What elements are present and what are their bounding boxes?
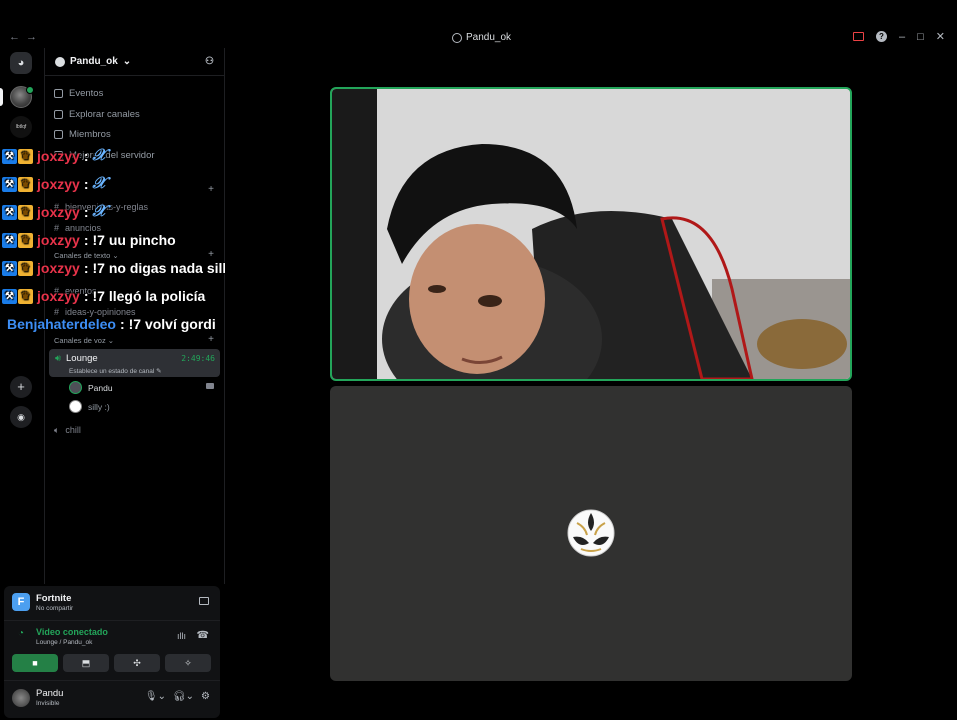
- moderator-badge-icon: ⚒: [2, 288, 17, 304]
- chevron-down-icon: ⌄: [122, 56, 132, 67]
- chat-message: ⚒ ♛ joxzyy : !7 no digas nada silly: [2, 257, 234, 279]
- divider: [4, 680, 220, 681]
- call-timer: 2:49:46: [181, 354, 215, 363]
- emote-icon: 𝒳: [92, 147, 107, 164]
- discover-compass-icon[interactable]: ◉: [10, 406, 32, 428]
- server-status-dot: [26, 86, 34, 94]
- moderator-badge-icon: ⚒: [2, 204, 17, 220]
- minimize-button[interactable]: –: [899, 31, 905, 43]
- server-icon: [452, 32, 462, 43]
- share-screen-icon[interactable]: [199, 597, 209, 605]
- add-voice-channel-plus-icon[interactable]: +: [208, 334, 214, 345]
- audio-participant-tile[interactable]: [330, 386, 852, 681]
- members-icon: [54, 130, 63, 139]
- chat-message: ⚒ ♛ joxzyy : 𝒳: [2, 201, 106, 223]
- chat-message: Benjahaterdeleo : !7 volví gordi: [7, 316, 216, 332]
- moderator-badge-icon: ⚒: [2, 260, 17, 276]
- invite-icon[interactable]: ⚇: [205, 56, 214, 67]
- nav-events[interactable]: Eventos: [54, 88, 103, 99]
- avatar[interactable]: [12, 689, 30, 707]
- chat-message: ⚒ ♛ joxzyy : 𝒳: [2, 173, 106, 195]
- crown-badge-icon: ♛: [18, 288, 33, 304]
- divider: [4, 620, 220, 621]
- chat-message: ⚒ ♛ joxzyy : !7 uu pincho: [2, 229, 176, 251]
- active-server-pill: [0, 88, 3, 106]
- camera-feed-tile[interactable]: [330, 87, 852, 381]
- crown-badge-icon: ♛: [18, 260, 33, 276]
- fortnite-icon: F: [12, 593, 30, 611]
- window-title: Pandu_ok: [452, 32, 511, 43]
- screen-share-button[interactable]: ⬒: [63, 654, 109, 672]
- soccer-ball-avatar-icon: [567, 509, 615, 557]
- soundboard-button[interactable]: ✧: [165, 654, 211, 672]
- camera-icon: [206, 383, 214, 389]
- webcam-video: [332, 89, 850, 379]
- voice-member-silly[interactable]: silly :): [69, 400, 110, 413]
- add-channel-plus-icon[interactable]: +: [208, 184, 214, 195]
- camera-button[interactable]: ■: [12, 654, 58, 672]
- moderator-badge-icon: ⚒: [2, 176, 17, 192]
- user-controls: 🎙︎⌄ 🎧︎⌄ ⚙: [145, 691, 210, 702]
- category-voice[interactable]: Canales de voz ⌄: [54, 336, 114, 345]
- voice-member-pandu[interactable]: Pandu: [69, 381, 113, 394]
- speaker-icon: 🔈︎: [54, 425, 60, 435]
- add-server-plus-icon[interactable]: +: [10, 376, 32, 398]
- user-panel: F Fortnite No compartir ◔ Video conectad…: [4, 586, 220, 718]
- avatar: [69, 400, 82, 413]
- chat-message: ⚒ ♛ joxzyy : 𝒳: [2, 145, 106, 167]
- chat-message: ⚒ ♛ joxzyy : !7 llegó la policía: [2, 285, 205, 307]
- settings-gear-icon[interactable]: ⚙: [201, 691, 210, 702]
- window-controls: ? – □ ✕: [853, 30, 945, 43]
- microphone-icon[interactable]: 🎙︎⌄: [145, 691, 166, 702]
- help-icon[interactable]: ?: [876, 31, 887, 42]
- crown-badge-icon: ♛: [18, 204, 33, 220]
- channel-status-input[interactable]: Establece un estado de canal ✎: [69, 367, 162, 375]
- server-icon-small[interactable]: lbtlqf: [10, 116, 32, 138]
- noise-suppression-icon[interactable]: ıllı: [177, 631, 186, 641]
- avatar: [69, 381, 82, 394]
- close-button[interactable]: ✕: [936, 30, 945, 43]
- headphones-icon[interactable]: 🎧︎⌄: [173, 691, 194, 702]
- crown-badge-icon: ♛: [18, 232, 33, 248]
- server-header[interactable]: Pandu_ok ⌄ ⚇: [45, 48, 224, 76]
- moderator-badge-icon: ⚒: [2, 148, 17, 164]
- explore-icon: [54, 110, 63, 119]
- history-nav[interactable]: ←→: [9, 31, 43, 43]
- nav-explore[interactable]: Explorar canales: [54, 109, 140, 120]
- voice-channel-lounge[interactable]: 🔊︎ Lounge 2:49:46 Establece un estado de…: [49, 349, 220, 377]
- crown-badge-icon: ♛: [18, 148, 33, 164]
- voice-channel-chill[interactable]: 🔈︎ chill: [54, 425, 81, 436]
- voice-location-link[interactable]: Lounge / Pandu_ok: [36, 639, 92, 646]
- discord-icon[interactable]: ◕: [10, 52, 32, 74]
- call-actions: ■ ⬒ ✣ ✧: [12, 654, 211, 672]
- activities-button[interactable]: ✣: [114, 654, 160, 672]
- nav-members[interactable]: Miembros: [54, 129, 111, 140]
- crown-badge-icon: ♛: [18, 176, 33, 192]
- inbox-icon[interactable]: [853, 32, 864, 41]
- emote-icon: 𝒳: [92, 203, 107, 220]
- emote-icon: 𝒳: [92, 175, 107, 192]
- signal-icon[interactable]: ◔: [13, 628, 29, 644]
- disconnect-icon[interactable]: ☎: [197, 630, 209, 641]
- speaker-icon: 🔊︎: [55, 353, 61, 364]
- calendar-icon: [54, 89, 63, 98]
- server-emblem-icon: [55, 56, 65, 67]
- title-bar: ←→ Pandu_ok ? – □ ✕: [0, 0, 957, 48]
- maximize-button[interactable]: □: [917, 31, 924, 43]
- video-stage: [225, 48, 957, 720]
- moderator-badge-icon: ⚒: [2, 232, 17, 248]
